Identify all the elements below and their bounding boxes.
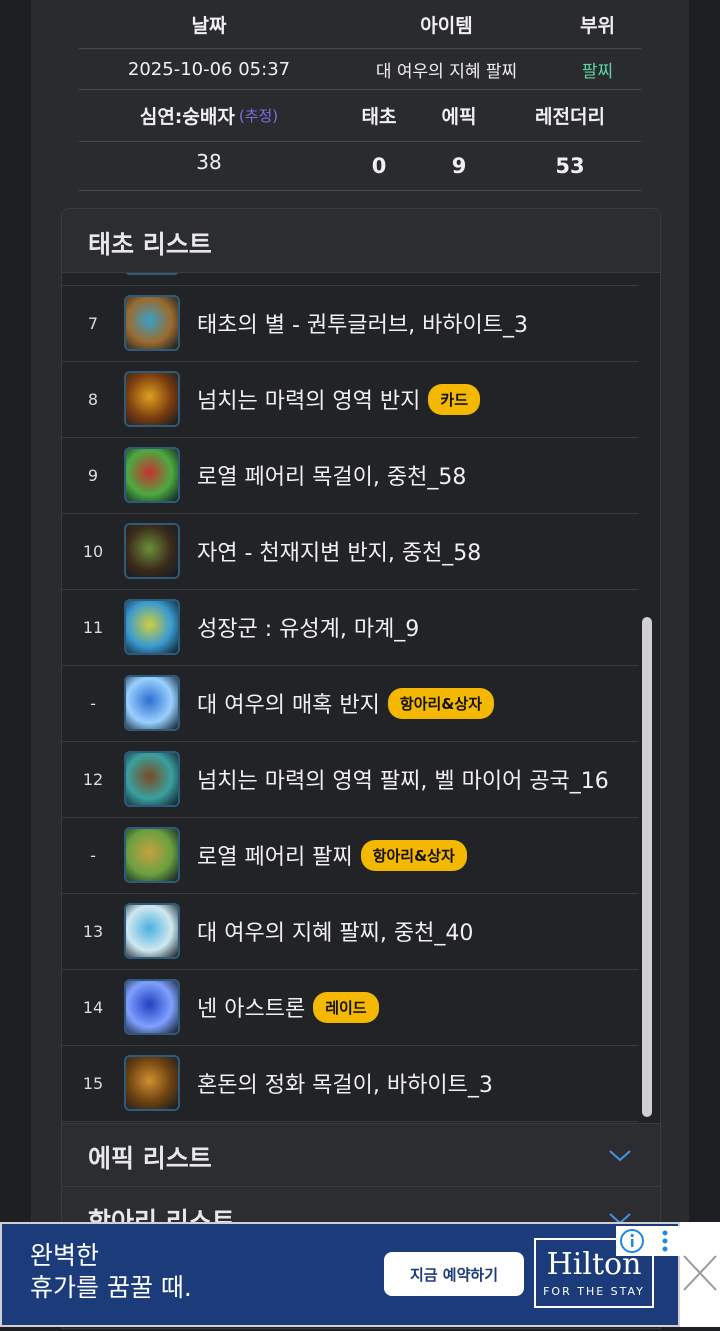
list-item[interactable]: 13 대 여우의 지혜 팔찌, 중천_40 [62, 893, 638, 970]
item-number: 8 [87, 389, 99, 409]
epic-header: 에픽 [441, 106, 477, 128]
source-badge: 항아리&상자 [387, 687, 494, 719]
item-icon [124, 979, 180, 1035]
item-info-table: 날짜 아이템 부위 2025-10-06 05:37 대 여우의 지혜 팔찌 팔… [79, 0, 641, 192]
info-value-row: 2025-10-06 05:37 대 여우의 지혜 팔찌 팔찌 [79, 49, 641, 90]
primeval-item-list[interactable]: 7 태초의 별 - 권투글러브, 바하이트_3 8 넘치는 마력의 영역 반지 카드 9 로… [62, 273, 660, 1123]
more-options-icon[interactable] [658, 1226, 672, 1256]
item-number: 14 [82, 997, 104, 1017]
epic-list-title: 에픽 리스트 [88, 1144, 212, 1173]
item-value: 대 여우의 지혜 팔찌 [375, 61, 518, 82]
list-item[interactable]: 7 태초의 별 - 권투글러브, 바하이트_3 [62, 285, 638, 362]
item-icon [124, 295, 180, 351]
list-item[interactable]: 11 성장군 : 유성계, 마계_9 [62, 589, 638, 666]
item-name[interactable]: 대 여우의 지혜 팔찌, 중천_40 [197, 893, 473, 969]
item-name[interactable]: 넨 아스트론 레이드 [197, 969, 379, 1045]
item-icon [124, 1055, 180, 1111]
primeval-header: 태초 [361, 106, 397, 128]
item-icon [124, 523, 180, 579]
item-number: - [90, 693, 96, 713]
list-scrollbar[interactable] [642, 617, 652, 1117]
part-value: 팔찌 [581, 61, 614, 82]
item-name-label: 넨 아스트론 [197, 997, 306, 1022]
item-name-label: 자연 - 천재지변 반지, 중천_58 [197, 541, 482, 566]
item-name[interactable]: 성장군 : 유성계, 마계_9 [197, 589, 419, 665]
item-name[interactable]: 혼돈의 정화 목걸이, 바하이트_3 [197, 1045, 493, 1121]
list-item[interactable]: - 대 여우의 매혹 반지 항아리&상자 [62, 665, 638, 742]
stats-value-row: 38 0 9 53 [79, 142, 641, 191]
item-name[interactable]: 태초의 별 - 권투글러브, 바하이트_3 [197, 285, 528, 361]
legendary-value: 53 [555, 154, 585, 178]
list-item[interactable]: 12 넘치는 마력의 영역 팔찌, 벨 마이어 공국_16 [62, 741, 638, 818]
item-name[interactable]: 자연 - 천재지변 반지, 중천_58 [197, 513, 481, 589]
chevron-down-icon [609, 1150, 631, 1162]
close-icon[interactable] [680, 1222, 720, 1327]
item-name[interactable]: 로열 페어리 목걸이, 중천_58 [197, 437, 466, 513]
item-number: 11 [82, 617, 104, 637]
ad-text: 완벽한 휴가를 꿈꿀 때. [30, 1241, 192, 1302]
item-header: 아이템 [420, 14, 473, 37]
item-name-label: 대 여우의 지혜 팔찌, 중천_40 [197, 921, 474, 946]
list-item-partial [62, 273, 638, 286]
item-number: 12 [82, 769, 104, 789]
depth-header-label: 심연:숭배자 [139, 106, 235, 128]
item-name-label: 로열 페어리 팔찌 [197, 845, 353, 870]
legendary-header: 레전더리 [535, 106, 605, 128]
item-number: 7 [87, 313, 99, 333]
part-header: 부위 [580, 14, 615, 37]
item-number: 13 [82, 921, 104, 941]
item-name-label: 혼돈의 정화 목걸이, 바하이트_3 [197, 1073, 493, 1098]
ad-banner[interactable]: 완벽한 휴가를 꿈꿀 때. 지금 예약하기 Hilton FOR THE STA… [0, 1222, 680, 1327]
date-header: 날짜 [191, 14, 227, 37]
item-icon [124, 447, 180, 503]
ad-close-button[interactable] [680, 1222, 720, 1327]
primeval-value: 0 [371, 154, 387, 178]
depth-value: 38 [196, 150, 222, 174]
item-name[interactable]: 넘치는 마력의 영역 팔찌, 벨 마이어 공국_16 [197, 741, 609, 817]
item-number: 15 [82, 1073, 104, 1093]
item-name-label: 태초의 별 - 권투글러브, 바하이트_3 [197, 313, 529, 338]
item-icon [124, 903, 180, 959]
item-number: 9 [87, 465, 99, 485]
list-item[interactable]: 8 넘치는 마력의 영역 반지 카드 [62, 361, 638, 438]
epic-list-section[interactable]: 에픽 리스트 [62, 1123, 660, 1186]
item-icon [124, 751, 180, 807]
source-badge: 레이드 [313, 991, 379, 1023]
item-icon [124, 599, 180, 655]
info-icon[interactable] [618, 1226, 648, 1256]
list-item[interactable]: 15 혼돈의 정화 목걸이, 바하이트_3 [62, 1045, 638, 1122]
item-name-label: 성장군 : 유성계, 마계_9 [197, 617, 420, 642]
source-badge: 카드 [428, 383, 480, 415]
estimate-label: (추정) [238, 107, 279, 125]
item-name[interactable]: 대 여우의 매혹 반지 항아리&상자 [197, 665, 494, 741]
date-value: 2025-10-06 05:37 [127, 58, 291, 80]
source-badge: 항아리&상자 [360, 839, 467, 871]
list-item[interactable]: 14 넨 아스트론 레이드 [62, 969, 638, 1046]
info-header-row: 날짜 아이템 부위 [79, 0, 641, 49]
item-name[interactable]: 로열 페어리 팔찌 항아리&상자 [197, 817, 467, 893]
item-icon [124, 827, 180, 883]
item-icon [124, 371, 180, 427]
primeval-list-panel: 태초 리스트 7 태초의 별 - 권투글러브, 바하이트_3 8 넘치는 마력의 영역… [61, 208, 661, 1329]
primeval-list-title: 태초 리스트 [88, 230, 212, 259]
item-number: - [90, 845, 96, 865]
item-icon [124, 675, 180, 731]
item-icon [124, 273, 180, 275]
primeval-list-header[interactable]: 태초 리스트 [62, 209, 660, 273]
list-item[interactable]: 9 로열 페어리 목걸이, 중천_58 [62, 437, 638, 514]
item-name[interactable]: 넘치는 마력의 영역 반지 카드 [197, 361, 480, 437]
stats-header-row: 심연:숭배자 (추정) 태초 에픽 레전더리 [79, 90, 641, 142]
ad-choices[interactable] [616, 1226, 680, 1256]
item-name-label: 로열 페어리 목걸이, 중천_58 [197, 465, 467, 490]
epic-value: 9 [451, 154, 467, 178]
ad-book-button[interactable]: 지금 예약하기 [384, 1252, 524, 1296]
depth-header: 심연:숭배자 (추정) [79, 90, 339, 141]
item-number: 10 [82, 541, 104, 561]
item-name-label: 넘치는 마력의 영역 반지 [197, 389, 421, 414]
list-item[interactable]: - 로열 페어리 팔찌 항아리&상자 [62, 817, 638, 894]
item-name-label: 대 여우의 매혹 반지 [197, 693, 380, 718]
list-item[interactable]: 10 자연 - 천재지변 반지, 중천_58 [62, 513, 638, 590]
hilton-tagline: FOR THE STAY [543, 1284, 645, 1298]
item-name-label: 넘치는 마력의 영역 팔찌, 벨 마이어 공국_16 [197, 769, 609, 794]
